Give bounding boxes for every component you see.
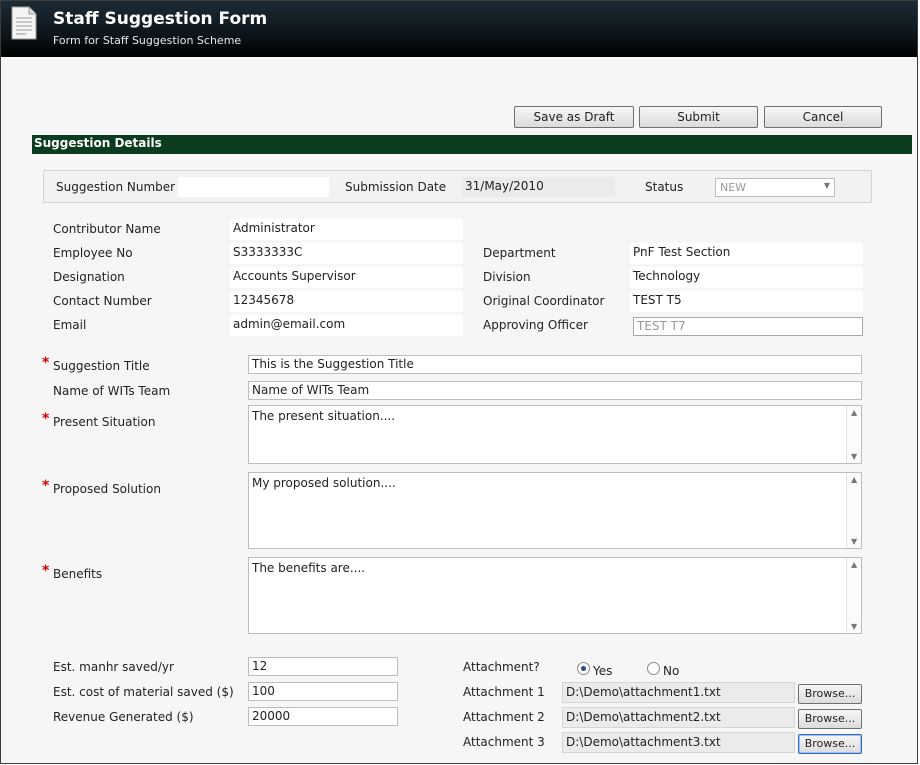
scrollbar[interactable]: ▲ ▼ — [846, 473, 861, 548]
title-bar: Staff Suggestion Form Form for Staff Sug… — [1, 1, 917, 57]
wits-team-input[interactable]: Name of WITs Team — [248, 381, 862, 400]
email-value: admin@email.com — [230, 315, 463, 336]
submission-date-label: Submission Date — [345, 180, 447, 194]
manhr-saved-label: Est. manhr saved/yr — [53, 660, 174, 674]
employee-no-label: Employee No — [53, 246, 133, 260]
scroll-up-icon[interactable]: ▲ — [851, 560, 857, 569]
proposed-solution-textarea[interactable]: My proposed solution.... ▲ ▼ — [248, 472, 862, 549]
contact-number-value: 12345678 — [230, 291, 463, 312]
required-marker: * — [42, 355, 50, 371]
app-title: Staff Suggestion Form — [53, 9, 268, 29]
email-label: Email — [53, 318, 87, 332]
department-value: PnF Test Section — [630, 243, 863, 264]
attachment-yes-radio[interactable] — [577, 662, 590, 675]
attachment-no-label[interactable]: No — [663, 664, 679, 678]
browse-button-1[interactable]: Browse... — [798, 684, 862, 704]
submit-button[interactable]: Submit — [639, 106, 758, 128]
present-situation-text: The present situation.... — [252, 409, 396, 423]
attachment-1-path[interactable]: D:\Demo\attachment1.txt — [562, 682, 795, 703]
division-value: Technology — [630, 267, 863, 288]
suggestion-number-input[interactable] — [178, 177, 329, 197]
status-value: NEW — [720, 181, 747, 194]
scroll-up-icon[interactable]: ▲ — [851, 475, 857, 484]
division-label: Division — [483, 270, 531, 284]
present-situation-label: Present Situation — [53, 415, 156, 429]
attachment-no-radio[interactable] — [647, 662, 660, 675]
coordinator-label: Original Coordinator — [483, 294, 605, 308]
scroll-up-icon[interactable]: ▲ — [851, 408, 857, 417]
cost-saved-input[interactable]: 100 — [248, 682, 398, 701]
department-label: Department — [483, 246, 556, 260]
section-header: Suggestion Details — [32, 135, 912, 154]
attachment-2-path[interactable]: D:\Demo\attachment2.txt — [562, 707, 795, 728]
attachment-question-label: Attachment? — [463, 660, 540, 674]
approver-input[interactable]: TEST T7 — [633, 317, 863, 336]
app-subtitle: Form for Staff Suggestion Scheme — [53, 34, 242, 47]
benefits-label: Benefits — [53, 567, 103, 581]
attachment-yes-label[interactable]: Yes — [593, 664, 612, 678]
benefits-textarea[interactable]: The benefits are.... ▲ ▼ — [248, 557, 862, 634]
approver-label: Approving Officer — [483, 318, 588, 332]
required-marker: * — [42, 411, 50, 427]
proposed-solution-text: My proposed solution.... — [252, 476, 396, 490]
contributor-name-label: Contributor Name — [53, 222, 161, 236]
coordinator-value: TEST T5 — [630, 291, 863, 312]
manhr-saved-input[interactable]: 12 — [248, 657, 398, 676]
designation-label: Designation — [53, 270, 125, 284]
employee-no-value: S3333333C — [230, 243, 463, 264]
designation-value: Accounts Supervisor — [230, 267, 463, 288]
scroll-down-icon[interactable]: ▼ — [851, 537, 857, 546]
revenue-input[interactable]: 20000 — [248, 707, 398, 726]
attachment-2-label: Attachment 2 — [463, 710, 545, 724]
chevron-down-icon: ▼ — [823, 181, 830, 190]
attachment-3-path[interactable]: D:\Demo\attachment3.txt — [562, 732, 795, 753]
app-window: Staff Suggestion Form Form for Staff Sug… — [0, 0, 918, 764]
cost-saved-label: Est. cost of material saved ($) — [53, 685, 234, 699]
scroll-down-icon[interactable]: ▼ — [851, 622, 857, 631]
status-label: Status — [645, 180, 684, 194]
benefits-text: The benefits are.... — [252, 561, 366, 575]
suggestion-number-label: Suggestion Number — [56, 180, 176, 194]
revenue-label: Revenue Generated ($) — [53, 710, 194, 724]
contributor-name-value: Administrator — [230, 219, 463, 240]
status-select[interactable]: NEW ▼ — [715, 178, 835, 197]
contact-number-label: Contact Number — [53, 294, 152, 308]
save-draft-button[interactable]: Save as Draft — [514, 106, 634, 128]
scrollbar[interactable]: ▲ ▼ — [846, 558, 861, 633]
proposed-solution-label: Proposed Solution — [53, 482, 161, 496]
required-marker: * — [42, 478, 50, 494]
required-marker: * — [42, 563, 50, 579]
browse-button-2[interactable]: Browse... — [798, 709, 862, 729]
suggestion-title-label: Suggestion Title — [53, 359, 150, 373]
cancel-button[interactable]: Cancel — [764, 106, 882, 128]
present-situation-textarea[interactable]: The present situation.... ▲ ▼ — [248, 405, 862, 464]
wits-team-label: Name of WITs Team — [53, 384, 171, 398]
scroll-down-icon[interactable]: ▼ — [851, 452, 857, 461]
document-icon — [10, 6, 38, 43]
scrollbar[interactable]: ▲ ▼ — [846, 406, 861, 463]
suggestion-title-input[interactable]: This is the Suggestion Title — [248, 355, 862, 374]
attachment-3-label: Attachment 3 — [463, 735, 545, 749]
browse-button-3[interactable]: Browse... — [798, 734, 862, 754]
attachment-1-label: Attachment 1 — [463, 685, 545, 699]
submission-date-value: 31/May/2010 — [462, 177, 615, 197]
